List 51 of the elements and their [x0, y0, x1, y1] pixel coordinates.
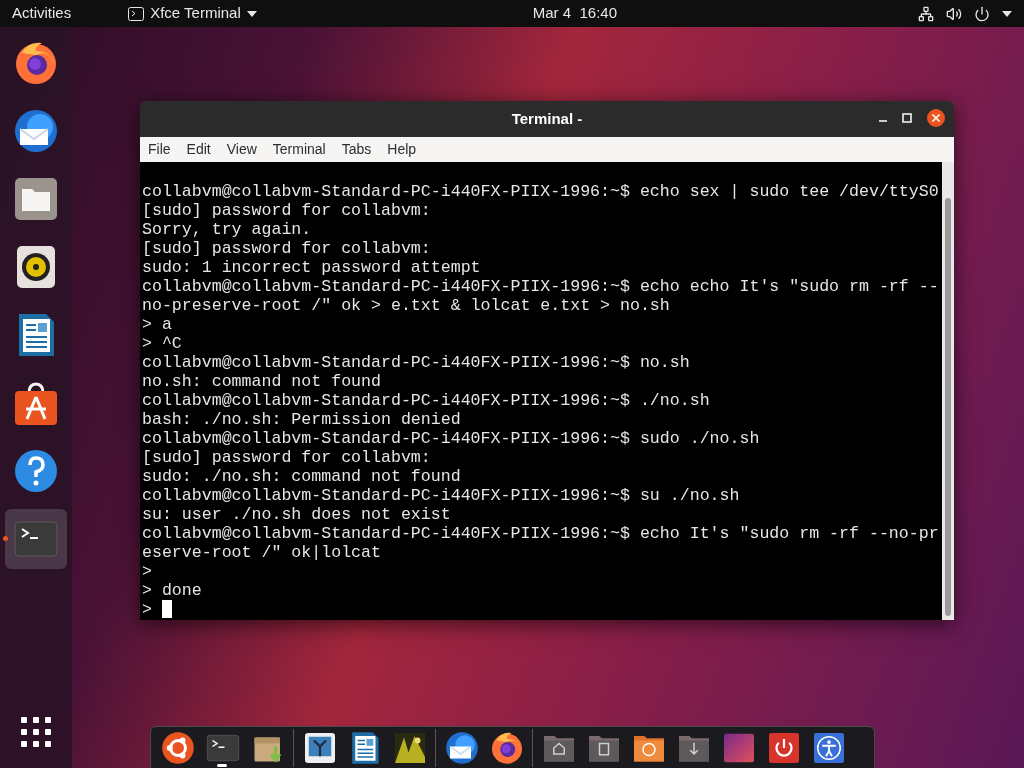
menu-item[interactable]: View — [226, 139, 257, 160]
text-cursor — [161, 600, 172, 618]
terminal-line: collabvm@collabvm-Standard-PC-i440FX-PIIX-1996:~$ echo It's "sudo rm -rf --no-pr — [142, 524, 939, 543]
app-menu[interactable]: Xfce Terminal — [128, 2, 257, 25]
mail-icon — [12, 107, 60, 155]
menu-item[interactable]: Tabs — [341, 139, 372, 160]
terminal-line: > ^C — [142, 334, 182, 353]
caret-icon[interactable] — [1002, 10, 1012, 17]
terminal-line: su: user ./no.sh does not exist — [142, 505, 451, 524]
terminal-line: sudo: 1 incorrect password attempt — [142, 258, 481, 277]
app-grid-icon[interactable] — [21, 717, 51, 747]
terminal-line: sudo: ./no.sh: command not found — [142, 467, 461, 486]
running-indicator — [217, 764, 227, 767]
terminal-line: bash: ./no.sh: Permission denied — [142, 410, 461, 429]
running-indicator — [3, 536, 8, 541]
terminal-line: collabvm@collabvm-Standard-PC-i440FX-PIIX-1996:~$ sudo ./no.sh — [142, 429, 760, 448]
terminal-line: collabvm@collabvm-Standard-PC-i440FX-PIIX-1996:~$ echo echo It's "sudo rm -rf -- — [142, 277, 939, 296]
terminal-line: collabvm@collabvm-Standard-PC-i440FX-PIIX-1996:~$ no.sh — [142, 353, 690, 372]
terminal-icon — [128, 6, 145, 21]
terminal-line: collabvm@collabvm-Standard-PC-i440FX-PIIX-1996:~$ ./no.sh — [142, 391, 710, 410]
terminal-line: collabvm@collabvm-Standard-PC-i440FX-PIIX-1996:~$ su ./no.sh — [142, 486, 740, 505]
mail-icon — [443, 730, 480, 766]
caret-icon — [246, 10, 257, 17]
terminal-line: > — [142, 562, 152, 581]
menu-item[interactable]: File — [148, 139, 171, 160]
menu-item[interactable]: Terminal — [272, 139, 326, 160]
terminal-line: [sudo] password for collabvm: — [142, 448, 431, 467]
volume-icon[interactable] — [946, 5, 962, 22]
scrollbar[interactable] — [942, 162, 954, 620]
close-icon[interactable] — [926, 108, 946, 128]
power-icon[interactable] — [974, 5, 990, 22]
terminal-line: [sudo] password for collabvm: — [142, 239, 431, 258]
terminal-line: no-preserve-root /" ok > e.txt & lolcat e.txt > no.sh — [142, 296, 670, 315]
menu-item[interactable]: Edit — [186, 139, 211, 160]
logo-icon — [159, 730, 196, 766]
terminal-line: [sudo] password for collabvm: — [142, 201, 431, 220]
terminal-line: Sorry, try again. — [142, 220, 312, 239]
menu-item[interactable]: Help — [387, 139, 417, 160]
window-title: Terminal - — [511, 108, 583, 129]
terminal-line: > done — [142, 581, 202, 600]
help-icon — [12, 447, 60, 495]
terminal-line: eserve-root /" ok|lolcat — [142, 543, 381, 562]
terminal-line: > — [142, 600, 153, 619]
clock[interactable]: Mar 4 16:40 — [532, 2, 617, 25]
maximize-icon[interactable] — [902, 113, 912, 123]
terminal-line: no.sh: command not found — [142, 372, 381, 391]
terminal-line: > a — [142, 315, 172, 334]
terminal-line: collabvm@collabvm-Standard-PC-i440FX-PIIX-1996:~$ echo sex | sudo tee /dev/ttyS0 — [142, 182, 939, 201]
folder-icon — [12, 175, 60, 223]
activities-button[interactable]: Activities — [12, 2, 72, 25]
network-icon[interactable] — [918, 5, 934, 22]
